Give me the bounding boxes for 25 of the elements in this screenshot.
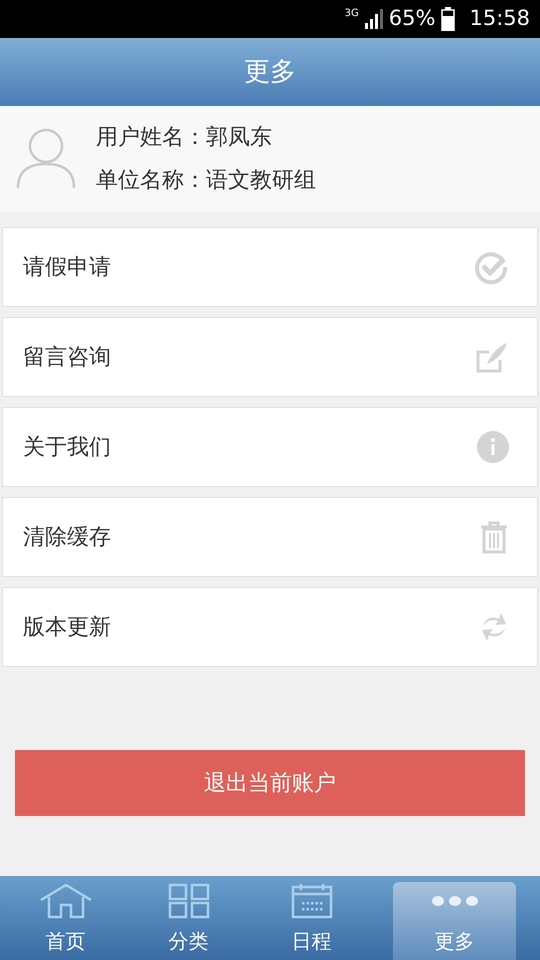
unit-name: 单位名称：语文教研组 [96,167,316,195]
trash-icon [479,520,509,554]
user-name: 用户姓名：郭凤东 [96,124,273,152]
calendar-icon [290,883,332,919]
edit-icon [475,340,509,374]
tab[interactable]: 日程 [250,882,373,960]
home-icon [38,883,92,919]
battery-percent: 65% [388,5,436,32]
info-icon [477,431,509,463]
menu-item[interactable]: 版本更新 [2,587,538,667]
more-icon [430,894,478,908]
grid-icon [168,883,210,919]
tab[interactable]: 首页 [4,882,127,960]
menu-item[interactable]: 留言咨询 [2,317,538,397]
page-title: 更多 [244,56,296,88]
avatar-icon [16,128,76,190]
menu-item[interactable]: 请假申请 [2,227,538,307]
logout-button[interactable]: 退出当前账户 [15,750,525,816]
battery-icon [441,7,456,31]
signal-icon [364,9,383,29]
menu-item[interactable]: 清除缓存 [2,497,538,577]
menu-item[interactable]: 关于我们 [2,407,538,487]
network-type: 3G [344,7,359,21]
clock: 15:58 [469,5,530,32]
tab[interactable]: 分类 [127,882,250,960]
